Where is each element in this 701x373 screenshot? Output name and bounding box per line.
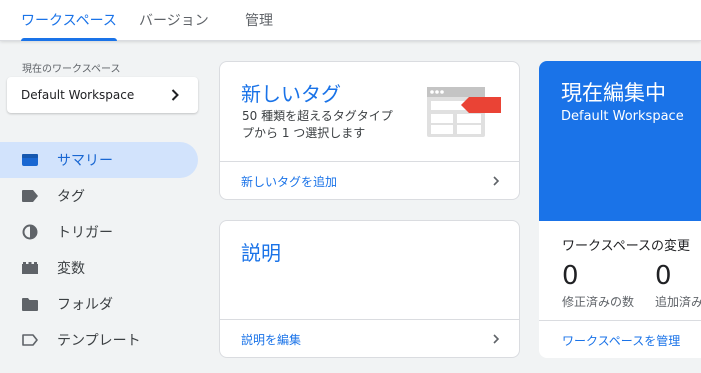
sidebar-item-triggers[interactable]: トリガー xyxy=(0,214,198,250)
current-workspace-label: 現在のワークスペース xyxy=(22,64,121,75)
sidebar-item-label: タグ xyxy=(57,189,85,205)
chevron-right-icon xyxy=(489,331,503,350)
top-tab-bar: ワークスペース バージョン 管理 xyxy=(0,0,701,41)
new-tag-card[interactable]: 新しいタグ 50 種類を超えるタグタイプ プから 1 つ選択します 新しいタグを… xyxy=(219,61,520,200)
sidebar-item-label: 変数 xyxy=(57,261,85,277)
new-tag-description-line: 50 種類を超えるタグタイプ xyxy=(242,109,393,123)
variable-icon xyxy=(22,260,38,276)
tab-versions-label: バージョン xyxy=(139,13,209,29)
currently-editing-footer: ワークスペースを管理 xyxy=(539,320,701,358)
new-tag-title: 新しいタグ xyxy=(241,82,341,106)
edit-description-link[interactable]: 説明を編集 xyxy=(241,331,301,348)
sidebar-item-variables[interactable]: 変数 xyxy=(0,250,198,286)
new-tag-description: 50 種類を超えるタグタイプ プから 1 つ選択します xyxy=(242,108,393,142)
sidebar-item-folders[interactable]: フォルダ xyxy=(0,286,198,322)
tab-workspace[interactable]: ワークスペース xyxy=(21,10,117,41)
sidebar-item-label: テンプレート xyxy=(57,333,141,349)
add-new-tag-link[interactable]: 新しいタグを追加 xyxy=(241,173,337,190)
currently-editing-card: 現在編集中 Default Workspace ワークスペースの変更 0 修正済… xyxy=(539,61,701,358)
manage-workspace-link[interactable]: ワークスペースを管理 xyxy=(562,332,680,349)
new-tag-footer: 新しいタグを追加 xyxy=(220,161,519,199)
currently-editing-title: 現在編集中 xyxy=(561,81,666,105)
currently-editing-workspace: Default Workspace xyxy=(561,109,684,124)
chevron-right-icon xyxy=(166,86,184,107)
new-tag-description-line: プから 1 つ選択します xyxy=(242,126,366,140)
workspace-selector[interactable]: Default Workspace xyxy=(7,77,198,113)
sidebar-item-templates[interactable]: テンプレート xyxy=(0,322,198,358)
tab-admin[interactable]: 管理 xyxy=(245,10,273,41)
description-footer: 説明を編集 xyxy=(220,319,519,357)
sidebar-item-label: フォルダ xyxy=(57,297,113,313)
sidebar-item-label: サマリー xyxy=(57,153,113,169)
sidebar-nav: サマリー タグ トリガー 変数 フォルダ テンプレート xyxy=(0,142,198,358)
tab-admin-label: 管理 xyxy=(245,13,273,29)
template-icon xyxy=(22,332,38,348)
modified-count: 0 xyxy=(562,261,579,291)
chevron-right-icon xyxy=(489,173,503,192)
sidebar-item-summary[interactable]: サマリー xyxy=(0,142,198,178)
trigger-icon xyxy=(22,224,38,240)
currently-editing-header: 現在編集中 Default Workspace xyxy=(539,61,701,221)
added-label: 追加済み xyxy=(655,295,701,309)
modified-label: 修正済みの数 xyxy=(562,295,635,309)
workspace-name: Default Workspace xyxy=(21,88,135,102)
added-count: 0 xyxy=(655,261,672,291)
tab-versions[interactable]: バージョン xyxy=(139,10,209,41)
description-title: 説明 xyxy=(241,241,281,265)
sidebar-item-tags[interactable]: タグ xyxy=(0,178,198,214)
sidebar-item-label: トリガー xyxy=(57,225,113,241)
description-card[interactable]: 説明 説明を編集 xyxy=(219,220,520,358)
tab-workspace-label: ワークスペース xyxy=(21,13,117,29)
tag-illustration-icon xyxy=(427,87,503,143)
summary-icon xyxy=(22,152,38,168)
folder-icon xyxy=(22,296,38,312)
tag-icon xyxy=(22,188,38,204)
workspace-changes-heading: ワークスペースの変更 xyxy=(562,239,691,254)
